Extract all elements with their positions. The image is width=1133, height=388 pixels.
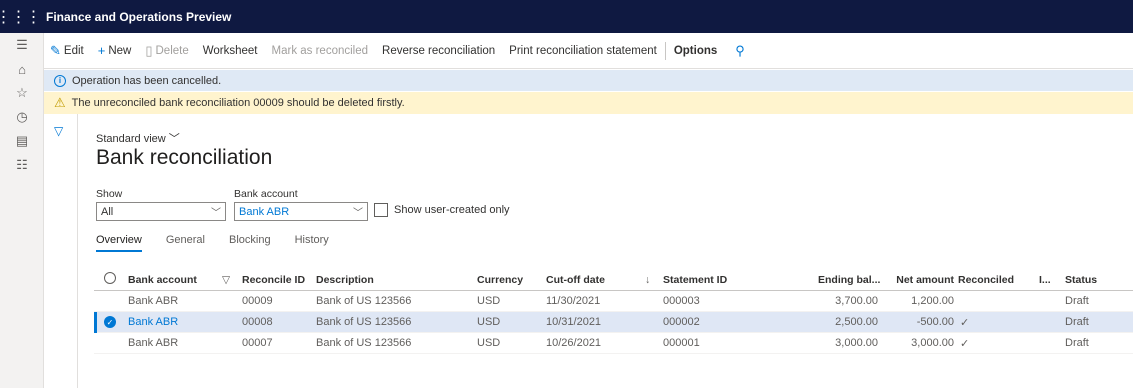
table-row[interactable]: Bank ABR 00007 Bank of US 123566 USD 10/… xyxy=(94,333,1133,354)
warning-message-bar: ⚠ The unreconciled bank reconciliation 0… xyxy=(44,92,1133,114)
reverse-reconciliation-button[interactable]: Reverse reconciliation xyxy=(382,45,495,57)
show-label: Show xyxy=(96,188,123,200)
selection-indicator xyxy=(94,312,97,333)
cell-bank-account[interactable]: Bank ABR xyxy=(128,295,178,307)
cell-reconcile-id: 00009 xyxy=(242,295,273,307)
info-message-text: Operation has been cancelled. xyxy=(72,74,222,87)
action-pane: ✎ Edit + New ▯ Delete Worksheet Mark as rec… xyxy=(44,33,1133,69)
pencil-icon: ✎ xyxy=(50,42,61,58)
tab-strip: Overview General Blocking History xyxy=(96,234,353,252)
delete-button[interactable]: ▯ Delete xyxy=(145,43,188,59)
cell-reconciled: ✓ xyxy=(960,316,970,329)
options-tab[interactable]: Options xyxy=(674,45,717,57)
header-cutoff-date[interactable]: Cut-off date xyxy=(546,274,605,286)
app-launcher-icon[interactable]: ⋮⋮⋮ xyxy=(0,0,42,33)
cell-status: Draft xyxy=(1065,337,1089,349)
cell-bank-account[interactable]: Bank ABR xyxy=(128,337,178,349)
cell-ending-balance: 3,700.00 xyxy=(835,295,878,307)
page-title: Bank reconciliation xyxy=(96,146,273,169)
navigation-rail: ☰ ⌂ ☆ ◷ ▤ ☷ xyxy=(0,33,44,388)
header-reconciled[interactable]: Reconciled xyxy=(958,274,1014,286)
cell-statement-id: 000003 xyxy=(663,295,700,307)
info-icon: i xyxy=(54,74,66,87)
tab-history[interactable]: History xyxy=(295,234,329,252)
workspace-icon[interactable]: ▤ xyxy=(0,129,44,153)
user-created-label: Show user-created only xyxy=(394,204,510,216)
cell-status: Draft xyxy=(1065,316,1089,328)
cell-statement-id: 000002 xyxy=(663,316,700,328)
header-bank-account[interactable]: Bank account xyxy=(128,274,197,286)
search-icon[interactable]: ⚲ xyxy=(735,43,745,59)
cell-ending-balance: 3,000.00 xyxy=(835,337,878,349)
cell-description: Bank of US 123566 xyxy=(316,316,412,328)
warning-message-text: The unreconciled bank reconciliation 000… xyxy=(71,97,405,109)
tab-blocking[interactable]: Blocking xyxy=(229,234,271,252)
edit-button[interactable]: ✎ Edit xyxy=(50,43,84,59)
header-currency[interactable]: Currency xyxy=(477,274,523,286)
cell-net-amount: 1,200.00 xyxy=(911,295,954,307)
cell-cutoff-date: 10/26/2021 xyxy=(546,337,602,349)
cell-reconcile-id: 00007 xyxy=(242,337,273,349)
info-message-bar: i Operation has been cancelled. xyxy=(44,70,1133,91)
row-selected-check-icon[interactable]: ✓ xyxy=(104,316,116,329)
cell-description: Bank of US 123566 xyxy=(316,337,412,349)
worksheet-button[interactable]: Worksheet xyxy=(203,45,258,57)
cell-currency: USD xyxy=(477,295,501,307)
mark-reconciled-button[interactable]: Mark as reconciled xyxy=(272,45,369,57)
header-description[interactable]: Description xyxy=(316,274,374,286)
recent-icon[interactable]: ◷ xyxy=(0,105,44,129)
cell-bank-account[interactable]: Bank ABR xyxy=(128,316,178,328)
header-status[interactable]: Status xyxy=(1065,274,1097,286)
new-button[interactable]: + New xyxy=(98,43,132,58)
tab-overview[interactable]: Overview xyxy=(96,234,142,252)
header-statement-id[interactable]: Statement ID xyxy=(663,274,727,286)
divider xyxy=(664,41,666,60)
home-icon[interactable]: ⌂ xyxy=(0,57,44,81)
top-bar: ⋮⋮⋮ Finance and Operations Preview xyxy=(0,0,1133,33)
user-created-checkbox[interactable] xyxy=(374,203,388,217)
chevron-down-icon: ﹀ xyxy=(168,133,180,145)
hamburger-icon[interactable]: ☰ xyxy=(0,33,44,57)
cell-statement-id: 000001 xyxy=(663,337,700,349)
tab-general[interactable]: General xyxy=(166,234,205,252)
warning-icon: ⚠ xyxy=(54,95,66,110)
cell-reconcile-id: 00008 xyxy=(242,316,273,328)
cell-currency: USD xyxy=(477,337,501,349)
trash-icon: ▯ xyxy=(145,42,153,58)
grid-header: Bank account ▽ Reconcile ID Description … xyxy=(94,269,1133,291)
header-i[interactable]: I... xyxy=(1039,274,1051,286)
modules-icon[interactable]: ☷ xyxy=(0,153,44,177)
print-statement-button[interactable]: Print reconciliation statement xyxy=(509,45,657,57)
bank-account-dropdown[interactable]: Bank ABR ﹀ xyxy=(234,202,368,221)
bank-account-label: Bank account xyxy=(234,188,298,200)
table-row-selected[interactable]: ✓ Bank ABR 00008 Bank of US 123566 USD 1… xyxy=(94,312,1133,333)
view-selector[interactable]: Standard view ﹀ xyxy=(96,130,180,146)
cell-cutoff-date: 11/30/2021 xyxy=(546,295,601,307)
star-icon[interactable]: ☆ xyxy=(0,81,44,105)
main-content: Standard view ﹀ Bank reconciliation Show… xyxy=(94,114,1133,388)
filter-pane: ▽ xyxy=(44,114,78,388)
plus-icon: + xyxy=(97,43,106,58)
cell-net-amount: -500.00 xyxy=(916,316,954,328)
header-net-amount[interactable]: Net amount xyxy=(888,274,954,286)
cell-currency: USD xyxy=(477,316,501,328)
chevron-down-icon: ﹀ xyxy=(353,208,363,219)
cell-reconciled: ✓ xyxy=(960,337,970,350)
app-title: Finance and Operations Preview xyxy=(46,9,232,24)
cell-status: Draft xyxy=(1065,295,1089,307)
reconciliation-grid: Bank account ▽ Reconcile ID Description … xyxy=(94,269,1133,354)
header-reconcile-id[interactable]: Reconcile ID xyxy=(242,274,305,286)
chevron-down-icon: ﹀ xyxy=(211,208,221,219)
table-row[interactable]: Bank ABR 00009 Bank of US 123566 USD 11/… xyxy=(94,291,1133,312)
header-ending-balance[interactable]: Ending bal... xyxy=(818,274,880,286)
cell-cutoff-date: 10/31/2021 xyxy=(546,316,602,328)
select-all-radio[interactable] xyxy=(104,272,116,287)
filter-icon[interactable]: ▽ xyxy=(54,124,63,138)
filter-icon[interactable]: ▽ xyxy=(222,274,230,286)
sort-descending-icon[interactable]: ↓ xyxy=(645,274,650,286)
show-dropdown[interactable]: All ﹀ xyxy=(96,202,226,221)
cell-net-amount: 3,000.00 xyxy=(911,337,954,349)
cell-ending-balance: 2,500.00 xyxy=(835,316,878,328)
cell-description: Bank of US 123566 xyxy=(316,295,412,307)
